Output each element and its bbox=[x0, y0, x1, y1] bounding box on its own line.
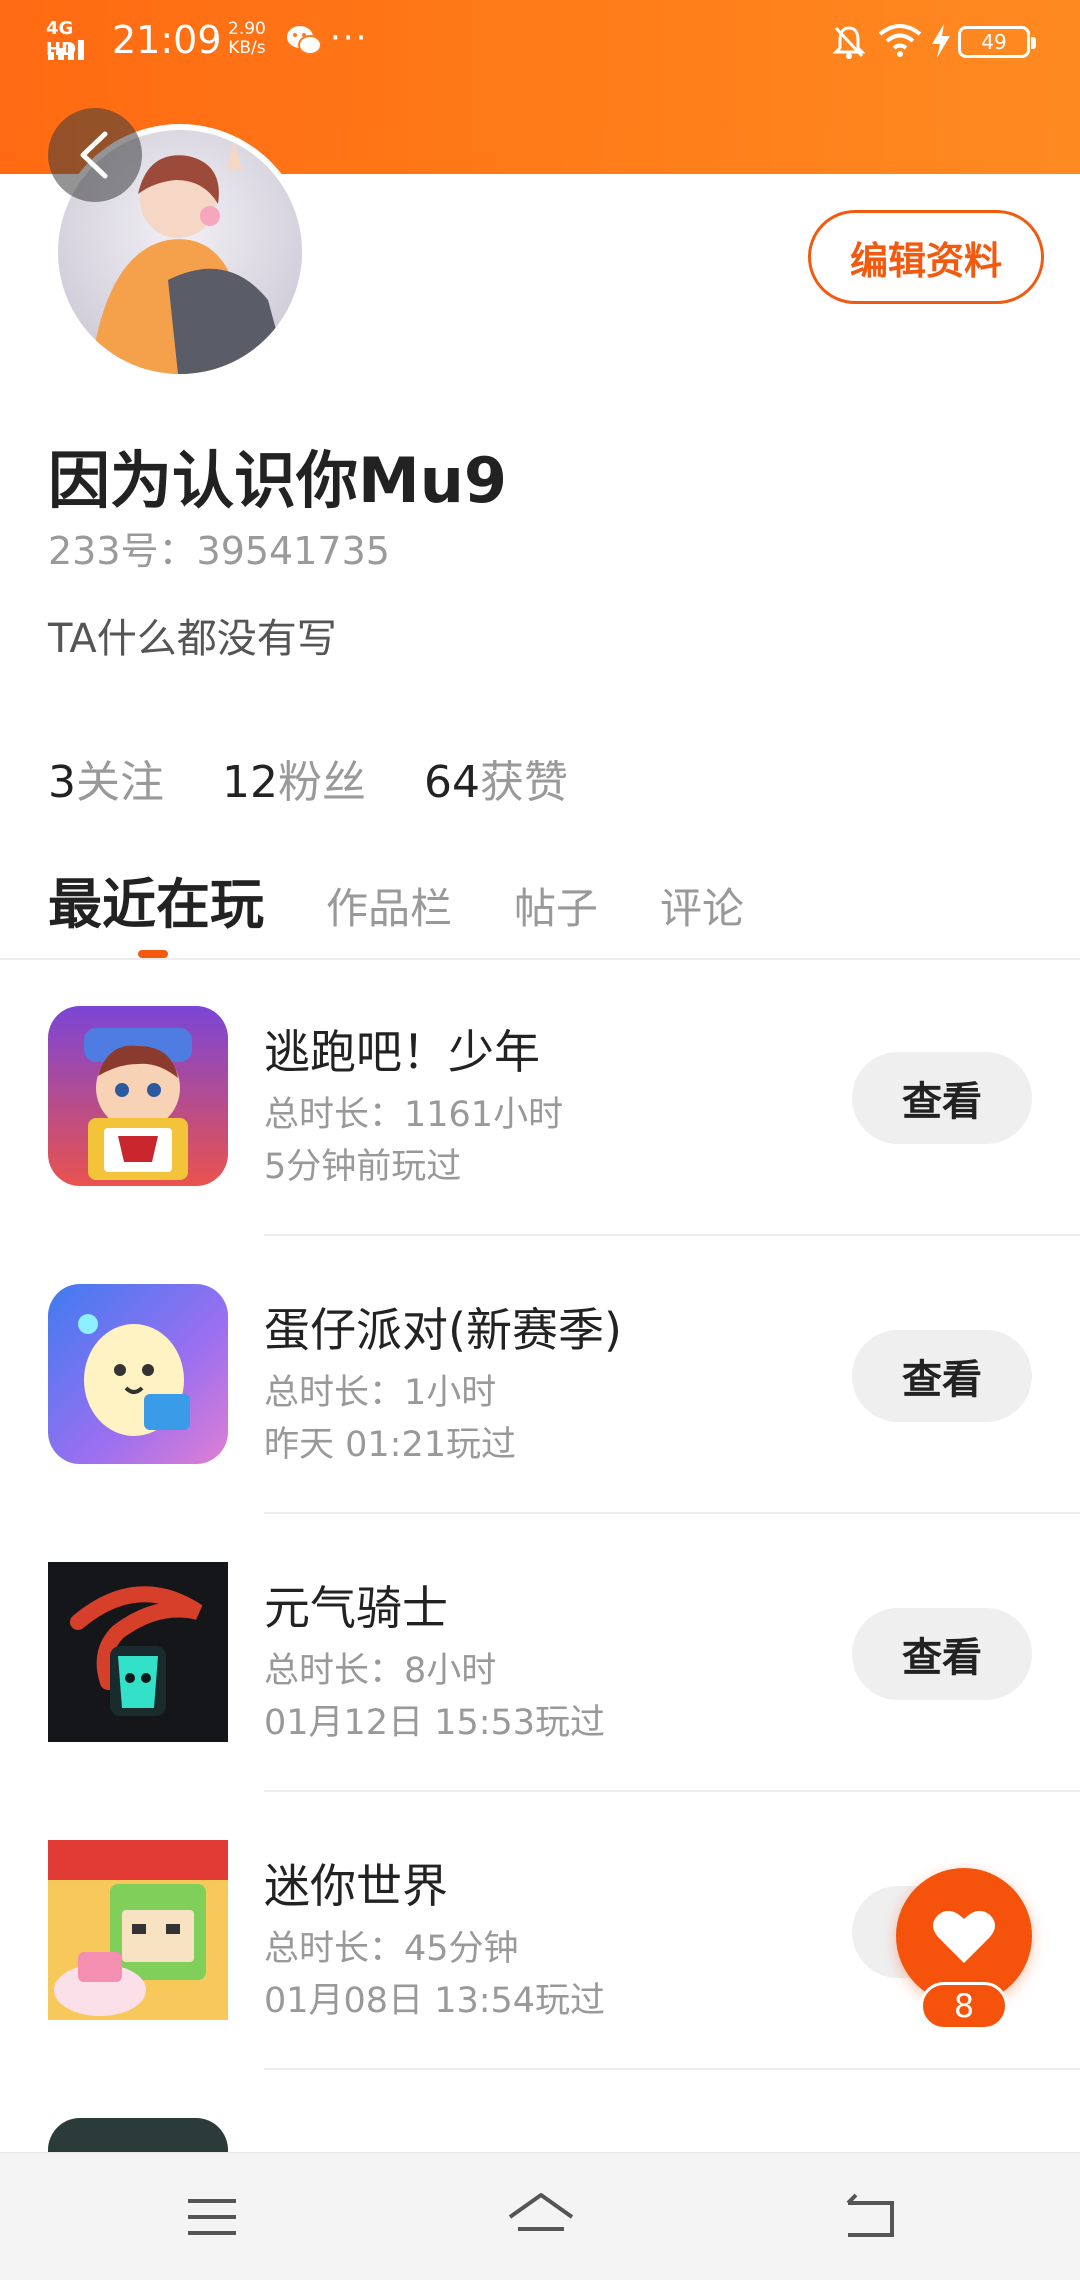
charging-icon bbox=[932, 24, 950, 58]
game-duration: 总时长：8小时 bbox=[264, 1651, 497, 1691]
wechat-icon bbox=[287, 26, 322, 55]
game-last-played: 5分钟前玩过 bbox=[264, 1147, 462, 1187]
game-duration: 总时长：1161小时 bbox=[264, 1095, 564, 1135]
divider bbox=[0, 958, 1080, 960]
game-icon-escape bbox=[48, 1006, 228, 1186]
game-last-played: 01月08日 13:54玩过 bbox=[264, 1981, 606, 2021]
status-bar: 4G HD 21:09 2.90 KB/s ··· 49 bbox=[0, 0, 1080, 84]
game-last-played: 01月12日 15:53玩过 bbox=[264, 1703, 606, 1743]
speed-unit: KB/s bbox=[228, 38, 266, 58]
back-button[interactable] bbox=[48, 108, 142, 202]
back-nav-icon[interactable] bbox=[840, 2189, 900, 2245]
edit-profile-button[interactable]: 编辑资料 bbox=[808, 210, 1044, 304]
stat-label: 关注 bbox=[76, 757, 164, 808]
tab-works[interactable]: 作品栏 bbox=[326, 875, 452, 936]
tab-comments[interactable]: 评论 bbox=[660, 875, 744, 936]
game-name: 迷你世界 bbox=[264, 1859, 448, 1913]
stat-number: 3 bbox=[48, 757, 76, 808]
game-name: 元气骑士 bbox=[264, 1581, 448, 1635]
list-item[interactable]: 元气骑士 总时长：8小时 01月12日 15:53玩过 查看 bbox=[0, 1562, 1080, 1840]
more-notifications: ··· bbox=[330, 18, 369, 58]
list-item[interactable] bbox=[0, 2118, 1080, 2152]
view-button[interactable]: 查看 bbox=[852, 1608, 1032, 1700]
stat-number: 12 bbox=[222, 757, 278, 808]
list-item[interactable]: 逃跑吧！少年 总时长：1161小时 5分钟前玩过 查看 bbox=[0, 1006, 1080, 1284]
mute-icon bbox=[832, 26, 866, 59]
stats-bar: 3关注 12粉丝 64获赞 bbox=[48, 746, 568, 810]
signal-icon: 4G HD bbox=[46, 18, 104, 62]
heart-icon bbox=[933, 1910, 995, 1963]
menu-icon[interactable] bbox=[182, 2189, 242, 2245]
stat-following[interactable]: 3关注 bbox=[48, 746, 164, 810]
game-last-played: 昨天 01:21玩过 bbox=[264, 1425, 516, 1465]
view-button[interactable]: 查看 bbox=[852, 1052, 1032, 1144]
tab-bar: 最近在玩 作品栏 帖子 评论 bbox=[48, 860, 744, 939]
divider bbox=[264, 1790, 1080, 1792]
tab-recently-played[interactable]: 最近在玩 bbox=[48, 860, 264, 939]
wifi-icon bbox=[878, 24, 922, 57]
game-icon-mini-world bbox=[48, 1840, 228, 2020]
tab-indicator bbox=[138, 950, 168, 958]
stat-label: 粉丝 bbox=[278, 757, 366, 808]
list-item[interactable]: 蛋仔派对(新赛季) 总时长：1小时 昨天 01:21玩过 查看 bbox=[0, 1284, 1080, 1562]
stat-followers[interactable]: 12粉丝 bbox=[222, 746, 366, 810]
stat-label: 获赞 bbox=[480, 757, 568, 808]
network-speed: 2.90 KB/s bbox=[228, 20, 266, 58]
game-name: 逃跑吧！少年 bbox=[264, 1025, 540, 1079]
game-duration: 总时长：1小时 bbox=[264, 1373, 497, 1413]
game-name: 蛋仔派对(新赛季) bbox=[264, 1303, 622, 1357]
speed-value: 2.90 bbox=[228, 19, 266, 39]
chevron-left-icon bbox=[80, 131, 108, 179]
game-duration: 总时长：45分钟 bbox=[264, 1929, 519, 1969]
battery-level: 49 bbox=[981, 30, 1007, 54]
stat-likes[interactable]: 64获赞 bbox=[424, 746, 568, 810]
clock: 21:09 bbox=[112, 18, 222, 62]
tab-posts[interactable]: 帖子 bbox=[514, 875, 598, 936]
user-id: 233号：39541735 bbox=[48, 529, 390, 573]
battery-icon: 49 bbox=[958, 26, 1036, 58]
game-icon-soul-knight bbox=[48, 1562, 228, 1742]
game-icon-eggy-party bbox=[48, 1284, 228, 1464]
view-button[interactable]: 查看 bbox=[852, 1330, 1032, 1422]
username: 因为认识你Mu9 bbox=[48, 444, 507, 517]
stat-number: 64 bbox=[424, 757, 480, 808]
divider bbox=[264, 2068, 1080, 2070]
bio: TA什么都没有写 bbox=[48, 616, 337, 662]
like-count-badge: 8 bbox=[920, 1982, 1008, 2030]
home-icon[interactable] bbox=[506, 2189, 576, 2245]
divider bbox=[264, 1234, 1080, 1236]
game-icon-partial bbox=[48, 2118, 228, 2152]
divider bbox=[264, 1512, 1080, 1514]
system-nav-bar bbox=[0, 2152, 1080, 2280]
